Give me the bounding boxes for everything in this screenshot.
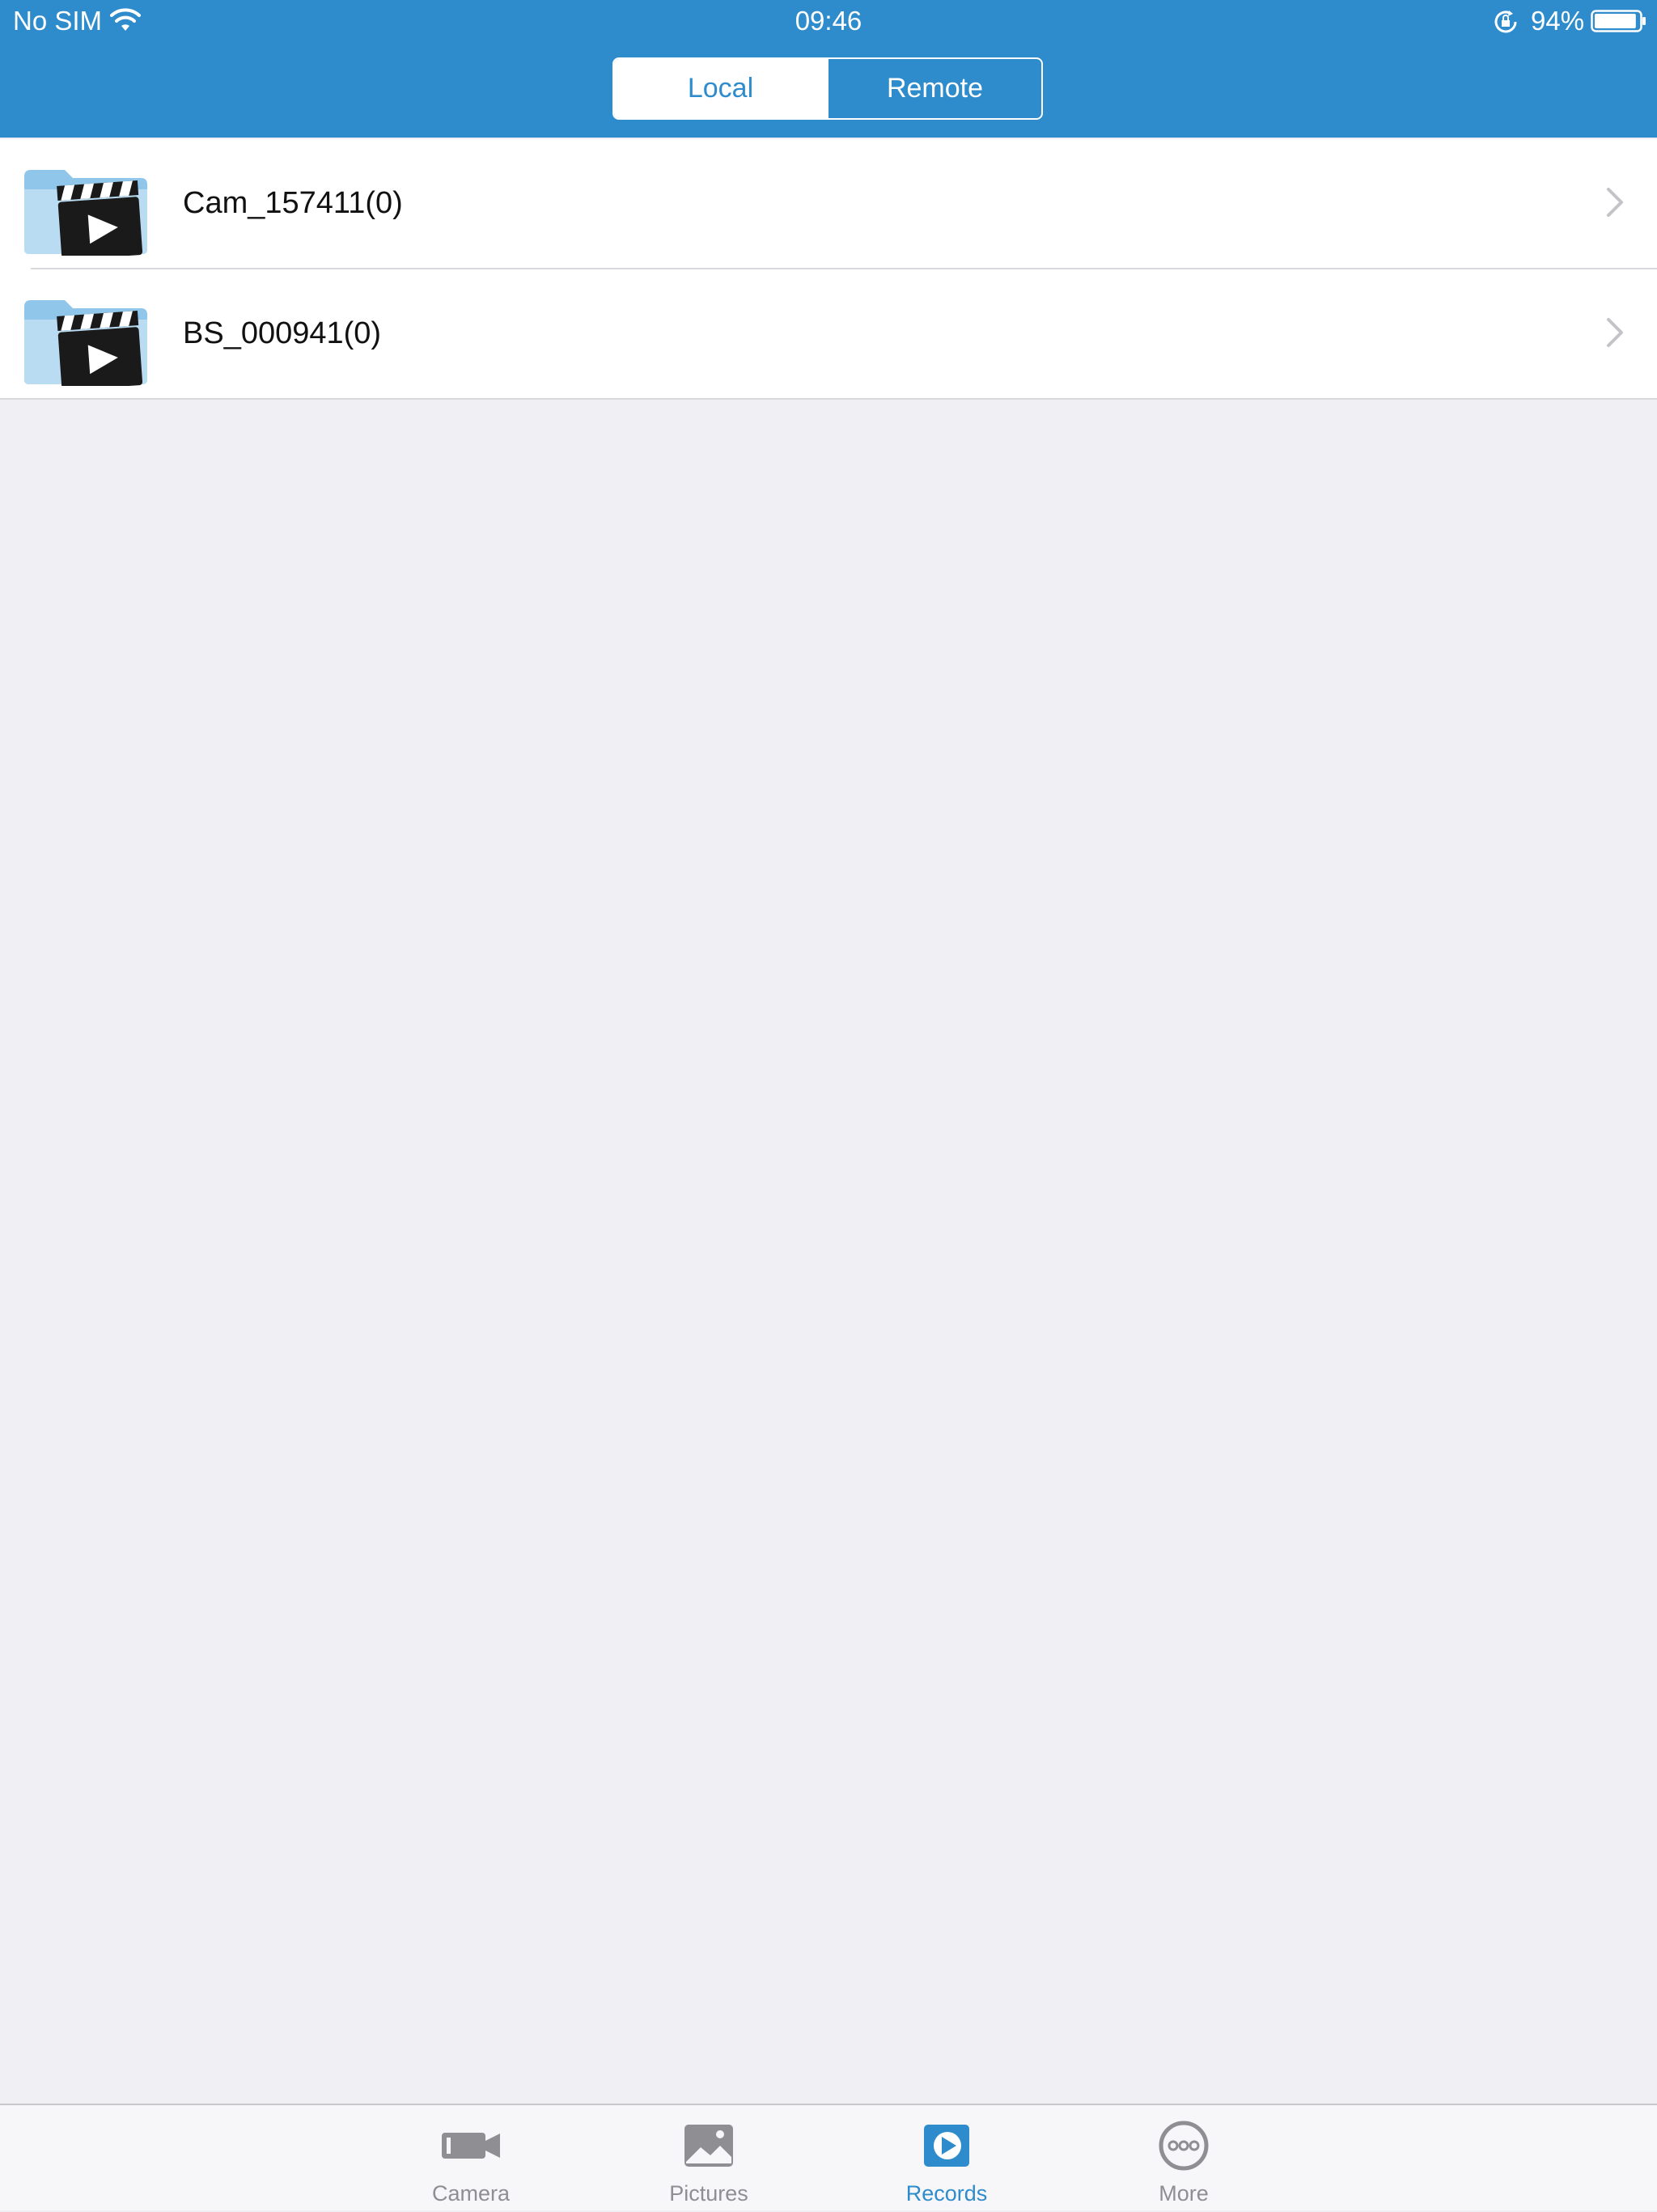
tab-label: Camera [431, 2181, 511, 2206]
tab-label: Pictures [669, 2181, 748, 2206]
remote-tab[interactable]: Remote [827, 59, 1041, 118]
camera-icon [442, 2133, 500, 2159]
tab-label: More [1159, 2181, 1209, 2206]
folder-name: Cam_157411(0) [183, 186, 403, 220]
tab-label: Records [905, 2181, 988, 2206]
records-folder-list: Cam_157411(0) BS_000941(0) [0, 139, 1657, 400]
video-folder-icon [24, 170, 147, 256]
clock-label: 09:46 [795, 6, 862, 36]
more-icon [1159, 2121, 1209, 2171]
chevron-right-icon [1607, 318, 1623, 347]
navigation-header: No SIM 09:46 94% Local Remote [0, 0, 1657, 138]
tab-camera[interactable]: Camera [390, 2105, 552, 2212]
tab-records[interactable]: Records [866, 2105, 1028, 2212]
tab-more[interactable]: More [1103, 2105, 1265, 2212]
tab-bar: Camera Pictures Records More [0, 2104, 1657, 2210]
folder-name: BS_000941(0) [183, 316, 382, 350]
folder-row-cam[interactable]: Cam_157411(0) [0, 139, 1657, 268]
folder-row-bs[interactable]: BS_000941(0) [24, 268, 1657, 398]
battery-icon [1591, 10, 1646, 32]
local-remote-segmented-control: Local Remote [612, 57, 1043, 120]
battery-percent-label: 94% [1531, 6, 1585, 36]
video-folder-icon [24, 300, 147, 386]
pictures-icon [684, 2125, 733, 2167]
records-icon [924, 2125, 969, 2167]
chevron-right-icon [1607, 188, 1623, 217]
local-tab[interactable]: Local [614, 59, 827, 118]
rotation-lock-icon [1494, 11, 1517, 33]
tab-pictures[interactable]: Pictures [628, 2105, 790, 2212]
